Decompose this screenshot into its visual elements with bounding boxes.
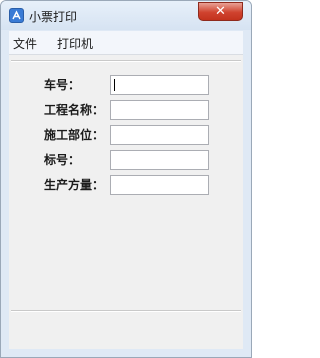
construction-part-input[interactable] [110, 125, 209, 145]
car-number-label: 车号： [44, 78, 81, 92]
production-volume-label: 生产方量： [44, 178, 105, 192]
app-window: 小票打印 ✕ 文件 打印机 车号： 工程名称： 施工部位： 标号： 生产方量： [0, 0, 252, 358]
grade-input[interactable] [110, 150, 209, 170]
text-caret [114, 79, 115, 91]
title-bar[interactable]: 小票打印 ✕ [1, 1, 251, 30]
menu-bar: 文件 打印机 [9, 31, 243, 55]
close-button[interactable]: ✕ [198, 2, 243, 21]
car-number-input[interactable] [110, 75, 209, 95]
form-panel: 车号： 工程名称： 施工部位： 标号： 生产方量： [9, 55, 243, 349]
top-divider [11, 60, 241, 62]
production-volume-input[interactable] [110, 175, 209, 195]
window-title: 小票打印 [29, 10, 78, 24]
bottom-divider [11, 310, 241, 312]
grade-label: 标号： [44, 153, 81, 167]
menu-printer[interactable]: 打印机 [57, 35, 93, 52]
close-icon: ✕ [215, 4, 226, 19]
project-name-label: 工程名称： [44, 103, 105, 117]
construction-part-label: 施工部位： [44, 128, 105, 142]
menu-file[interactable]: 文件 [13, 35, 37, 52]
project-name-input[interactable] [110, 100, 209, 120]
app-logo-icon [9, 8, 24, 23]
